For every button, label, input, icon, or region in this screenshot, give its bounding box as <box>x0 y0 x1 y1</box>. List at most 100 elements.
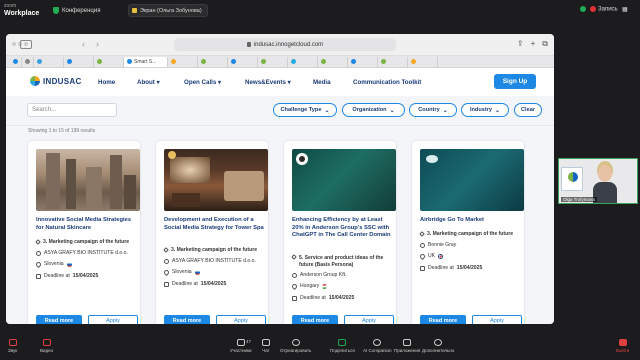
card-image[interactable] <box>420 149 524 211</box>
react-button[interactable]: Отреагировать <box>280 339 311 353</box>
location-pin-icon <box>34 260 43 268</box>
record-icon <box>590 6 596 12</box>
share-screen-icon <box>338 339 347 346</box>
nav-open-calls[interactable]: Open Calls ▾ <box>184 79 221 86</box>
tab-item[interactable] <box>348 56 378 67</box>
filter-organization[interactable]: Organization ⌄ <box>342 103 405 117</box>
card-org-text: Anderson Group Kft. <box>300 272 347 278</box>
tab-item[interactable] <box>22 56 34 67</box>
leave-button[interactable]: Выйти <box>616 339 629 353</box>
share-icon[interactable]: ⇪ <box>517 39 524 49</box>
tab-item[interactable] <box>408 56 438 67</box>
recording-indicator[interactable]: Запись <box>590 6 618 13</box>
new-tab-icon[interactable]: + <box>531 39 536 49</box>
tab-item[interactable] <box>168 56 198 67</box>
back-icon[interactable]: ‹ <box>82 39 85 49</box>
card-image[interactable] <box>36 149 140 211</box>
deadline-label: Deadline at <box>428 265 454 271</box>
nav-communication-toolkit[interactable]: Communication Toolkit <box>353 79 421 86</box>
shield-status-icon[interactable] <box>580 6 586 14</box>
apps-button[interactable]: Приложения <box>394 339 420 353</box>
nav-media[interactable]: Media <box>313 79 331 86</box>
more-label: Дополнительно <box>422 348 455 353</box>
clear-filters-button[interactable]: Clear <box>514 103 542 117</box>
read-more-button[interactable]: Read more <box>420 315 466 324</box>
card-type-text: 3. Marketing campaign of the future <box>43 239 130 245</box>
tab-item[interactable] <box>10 56 22 67</box>
chat-icon <box>262 339 270 346</box>
forward-icon[interactable]: › <box>96 39 99 49</box>
card-image[interactable] <box>164 149 268 211</box>
tabs-overview-icon[interactable]: ⧉ <box>542 39 548 49</box>
card-type-text: 3. Marketing campaign of the future <box>427 231 514 237</box>
tab-item[interactable] <box>258 56 288 67</box>
screen-share-icon <box>132 8 137 13</box>
tab-item[interactable] <box>378 56 408 67</box>
user-icon <box>420 242 425 248</box>
address-bar[interactable]: indusac.innogetcloud.com <box>174 38 396 51</box>
tab-item[interactable] <box>198 56 228 67</box>
filter-label: Challenge Type <box>280 107 322 113</box>
leave-icon <box>618 339 627 346</box>
background-banner <box>561 167 583 191</box>
card-country: Slovenia <box>34 260 136 268</box>
card-image[interactable] <box>292 149 396 211</box>
sidebar-toggle-icon[interactable] <box>20 40 32 49</box>
tab-item[interactable] <box>228 56 258 67</box>
participant-video[interactable]: Olga Trofymova <box>558 158 638 204</box>
card-type: 3. Marketing campaign of the future <box>163 247 264 253</box>
filter-bar: Search... Challenge Type ⌄ Organization ⌄ … <box>6 96 554 126</box>
mic-button[interactable]: Звук <box>8 339 17 353</box>
video-button[interactable]: Видео <box>40 339 53 353</box>
deadline-date: 15/04/2025 <box>456 265 483 271</box>
read-more-button[interactable]: Read more <box>292 315 338 324</box>
flag-slovenia-icon <box>194 269 200 275</box>
browser-toolbar: ‹ › indusac.innogetcloud.com ⇪ + ⧉ <box>6 34 554 56</box>
filter-challenge-type[interactable]: Challenge Type ⌄ <box>273 103 337 117</box>
card-org-text: ASYA GRAFY BIO INSTITUTE d.o.o. <box>172 258 256 264</box>
read-more-button[interactable]: Read more <box>36 315 82 324</box>
site-logo[interactable]: INDUSAC <box>30 76 82 86</box>
tab-item[interactable] <box>318 56 348 67</box>
user-icon <box>36 250 41 256</box>
card-title[interactable]: Airbridge Go To Market <box>420 217 520 225</box>
tab-item[interactable] <box>288 56 318 67</box>
deadline-label: Deadline at <box>44 273 70 279</box>
location-pin-icon <box>162 268 171 276</box>
view-selector[interactable]: Экран (Ольга Зобунова) <box>128 4 208 17</box>
sign-up-button[interactable]: Sign Up <box>494 74 536 89</box>
tab-item[interactable] <box>34 56 64 67</box>
card-org-text: ASYA GRAFY BIO INSTITUTE d.o.o. <box>44 250 128 256</box>
view-options-icon[interactable]: ▦ <box>622 6 628 13</box>
card-type: 3. Marketing campaign of the future <box>419 231 520 237</box>
ai-companion-button[interactable]: AI Companion <box>363 339 392 353</box>
tab-item[interactable] <box>64 56 94 67</box>
zoom-top-bar: zoom Workplace Конференция Экран (Ольга … <box>0 0 640 22</box>
apply-button[interactable]: Apply <box>88 315 138 324</box>
url-text: indusac.innogetcloud.com <box>253 41 324 48</box>
chat-button[interactable]: Чат <box>262 339 270 353</box>
nav-news-events[interactable]: News&Events ▾ <box>245 79 291 86</box>
read-more-button[interactable]: Read more <box>164 315 210 324</box>
deadline-date: 15/04/2025 <box>72 273 99 279</box>
apply-button[interactable]: Apply <box>472 315 522 324</box>
share-screen-button[interactable]: Поделиться <box>330 339 355 353</box>
apps-label: Приложения <box>394 348 421 353</box>
more-button[interactable]: Дополнительно <box>422 339 454 353</box>
tab-item[interactable] <box>94 56 124 67</box>
tab-active[interactable]: Smart S... <box>124 56 168 67</box>
search-input[interactable]: Search... <box>27 103 117 117</box>
nav-about[interactable]: About ▾ <box>137 79 160 86</box>
meeting-info[interactable]: Конференция <box>53 7 100 14</box>
card-deadline: Deadline at 15/04/2025 <box>292 295 392 301</box>
filter-country[interactable]: Country ⌄ <box>409 103 457 117</box>
flag-slovenia-icon <box>66 261 72 267</box>
filter-industry[interactable]: Industry ⌄ <box>461 103 509 117</box>
card-title[interactable]: Development and Execution of a Social Me… <box>164 217 264 232</box>
card-title[interactable]: Innovative Social Media Strategies for N… <box>36 217 136 232</box>
apply-button[interactable]: Apply <box>216 315 266 324</box>
card-title[interactable]: Enhancing Efficiency by at Least 20% in … <box>292 217 392 240</box>
nav-home[interactable]: Home <box>98 79 115 86</box>
sparkle-icon <box>373 339 382 346</box>
apply-button[interactable]: Apply <box>344 315 394 324</box>
